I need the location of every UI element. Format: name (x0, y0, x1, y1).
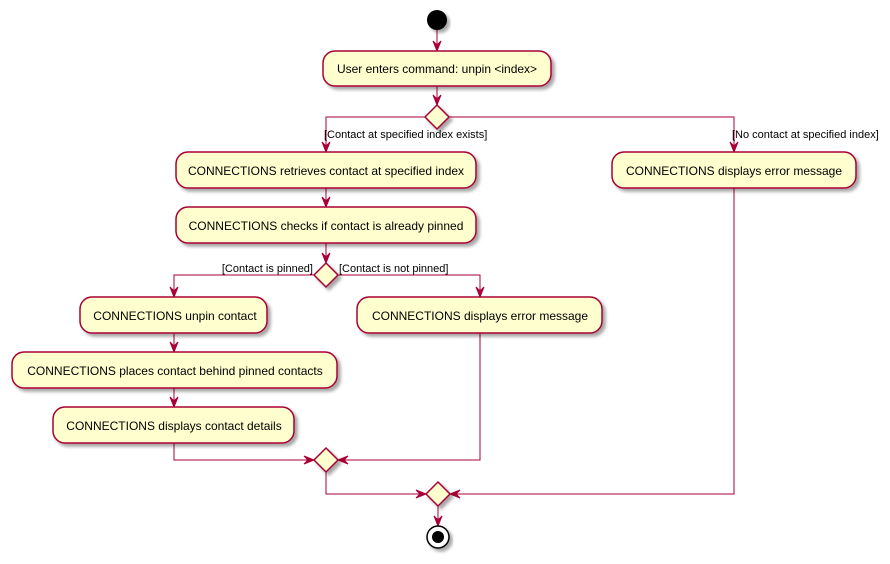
guard-is-pinned: [Contact is pinned] (222, 263, 313, 275)
activity-label: CONNECTIONS retrieves contact at specifi… (188, 164, 464, 178)
activity-retrieve-contact: CONNECTIONS retrieves contact at specifi… (175, 151, 477, 189)
decision-contact-exists (423, 103, 451, 131)
guard-contact-exists: [Contact at specified index exists] (324, 129, 487, 141)
decision-contact-pinned (312, 261, 340, 289)
edge-display-to-merge (173, 443, 314, 461)
start-node (427, 10, 447, 30)
merge-pinned-branches (312, 446, 340, 474)
guard-not-pinned: [Contact is not pinned] (339, 263, 448, 275)
activity-diagram: User enters command: unpin <index> CONNE… (11, 10, 879, 549)
activity-display-details: CONNECTIONS displays contact details (52, 406, 295, 444)
activity-check-pinned: CONNECTIONS checks if contact is already… (175, 206, 477, 244)
activity-label: CONNECTIONS displays error message (626, 164, 842, 178)
activity-label: CONNECTIONS displays contact details (66, 419, 281, 433)
activity-error-not-pinned: CONNECTIONS displays error message (356, 296, 603, 334)
activity-place-behind: CONNECTIONS places contact behind pinned… (11, 351, 338, 389)
edge-decision-to-error-not-pinned (338, 274, 481, 297)
edge-decision-to-error-no-contact (449, 116, 735, 152)
activity-label: CONNECTIONS displays error message (372, 309, 588, 323)
merge-exists-branches (424, 480, 452, 508)
activity-label: CONNECTIONS unpin contact (93, 309, 257, 323)
edge-merge-to-merge (325, 472, 426, 495)
edge-error-no-contact-to-merge (450, 188, 735, 495)
activity-error-no-contact: CONNECTIONS displays error message (611, 151, 857, 189)
edge-decision-to-unpin (173, 274, 314, 297)
activity-label: CONNECTIONS places contact behind pinned… (27, 364, 322, 378)
activity-label: User enters command: unpin <index> (337, 62, 537, 76)
end-node (426, 525, 450, 549)
activity-label: CONNECTIONS checks if contact is already… (189, 219, 464, 233)
edge-error-not-pinned-to-merge (338, 333, 481, 461)
guard-no-contact: [No contact at specified index] (732, 129, 879, 141)
activity-enter-command: User enters command: unpin <index> (322, 50, 552, 87)
activity-unpin-contact: CONNECTIONS unpin contact (79, 296, 268, 334)
